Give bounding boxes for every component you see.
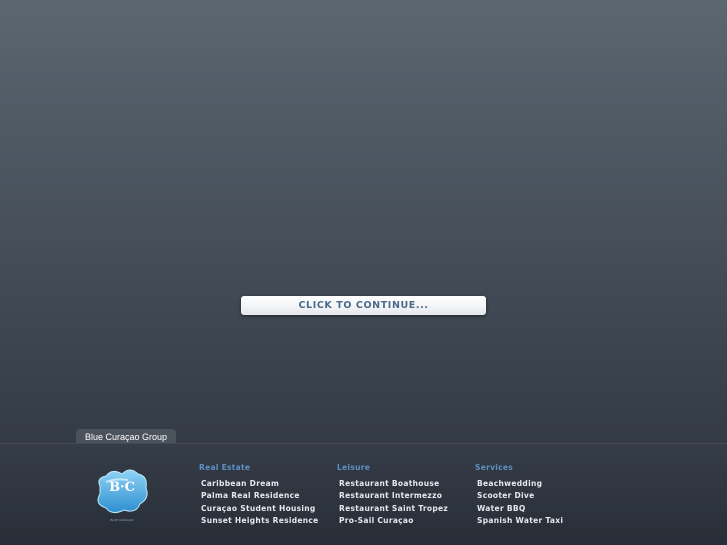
footer-link[interactable]: Curaçao Student Housing (201, 503, 319, 515)
column-heading: Leisure (337, 463, 371, 472)
blue-curacao-logo-icon[interactable]: B·C BLUE CURAÇAO (92, 466, 152, 522)
column-heading: Services (475, 463, 514, 472)
footer-link[interactable]: Scooter Dive (477, 490, 563, 502)
footer-link[interactable]: Beachwedding (477, 478, 563, 490)
click-to-continue-button[interactable]: CLICK TO CONTINUE... (241, 296, 486, 315)
footer-link[interactable]: Restaurant Intermezzo (339, 490, 448, 502)
footer: B·C BLUE CURAÇAO Real Estate Caribbean D… (0, 443, 727, 545)
footer-link[interactable]: Caribbean Dream (201, 478, 319, 490)
footer-link[interactable]: Restaurant Boathouse (339, 478, 448, 490)
footer-column-real-estate: Real Estate Caribbean Dream Palma Real R… (199, 463, 319, 528)
footer-link[interactable]: Spanish Water Taxi (477, 515, 563, 527)
footer-column-services: Services Beachwedding Scooter Dive Water… (475, 463, 563, 528)
footer-link[interactable]: Sunset Heights Residence (201, 515, 319, 527)
footer-link[interactable]: Pro-Sail Curaçao (339, 515, 448, 527)
footer-link[interactable]: Palma Real Residence (201, 490, 319, 502)
logo-text: BLUE CURAÇAO (110, 518, 134, 522)
footer-link[interactable]: Water BBQ (477, 503, 563, 515)
logo-letters: B·C (109, 480, 135, 495)
footer-link[interactable]: Restaurant Saint Tropez (339, 503, 448, 515)
column-heading: Real Estate (199, 463, 251, 472)
group-tab[interactable]: Blue Curaçao Group (76, 429, 176, 444)
footer-column-leisure: Leisure Restaurant Boathouse Restaurant … (337, 463, 448, 528)
